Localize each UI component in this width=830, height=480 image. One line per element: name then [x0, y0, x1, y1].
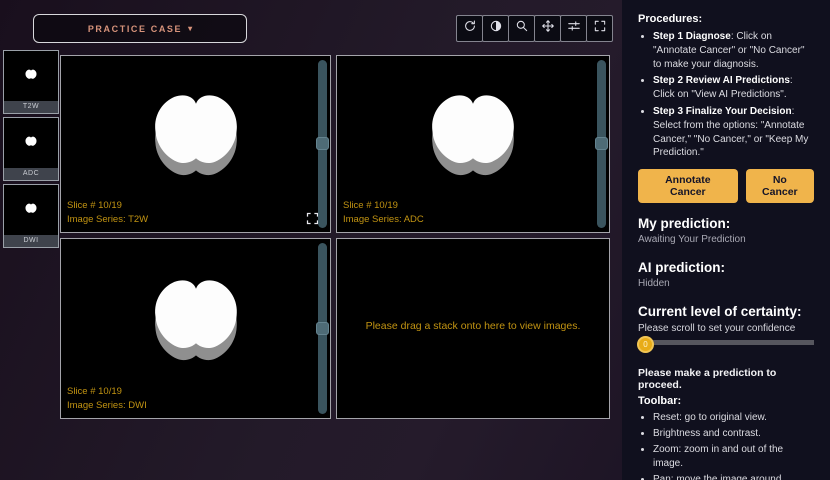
thumbnail-t2w[interactable]: T2W — [3, 50, 59, 114]
slice-number-label: Slice # 10/19 — [343, 200, 398, 212]
my-prediction-title: My prediction: — [638, 216, 731, 232]
thumbnail-label: ADC — [4, 168, 58, 180]
brightness-contrast-icon — [489, 19, 503, 38]
confidence-slider-handle[interactable]: 0 — [637, 336, 654, 354]
proceed-note: Please make a prediction to proceed. — [638, 367, 777, 392]
slice-scrollbar-thumb[interactable] — [595, 137, 608, 151]
no-cancer-button[interactable]: No Cancer — [745, 169, 814, 204]
certainty-section: Current level of certainty: Please scrol… — [637, 304, 814, 354]
zoom-button[interactable] — [508, 15, 535, 42]
viewport-adc[interactable]: Slice # 10/19 Image Series: ADC — [336, 55, 610, 233]
toolbar-help-item: Pan: move the image around. — [653, 473, 814, 480]
thumbnail-brain-image — [24, 135, 38, 153]
toolbar-help-title: Toolbar: — [638, 395, 682, 408]
viewport-overlay-labels: Slice # 10/19 Image Series: T2W — [67, 199, 148, 227]
ai-prediction-value: Hidden — [638, 278, 670, 290]
procedure-step: Step 3 Finalize Your Decision: Select fr… — [653, 105, 814, 160]
pan-icon — [541, 19, 555, 38]
mri-brain-image — [138, 87, 254, 194]
caret-down-icon: ▾ — [188, 24, 193, 33]
thumbnail-brain-image — [24, 68, 38, 86]
toolbar-help-list: Reset: go to original view. Brightness a… — [638, 411, 814, 480]
diagnosis-buttons: Annotate Cancer No Cancer — [638, 169, 814, 204]
confidence-slider[interactable]: 0 — [637, 336, 814, 354]
viewport-empty-droptarget[interactable]: Please drag a stack onto here to view im… — [336, 238, 610, 419]
series-name-label: Image Series: T2W — [67, 214, 149, 226]
slice-scrollbar[interactable] — [595, 60, 608, 228]
practice-case-label: PRACTICE CASE — [87, 23, 183, 34]
brightness-contrast-button[interactable] — [482, 15, 509, 42]
practice-case-dropdown[interactable]: PRACTICE CASE ▾ — [33, 14, 247, 43]
viewport-overlay-labels: Slice # 10/19 Image Series: ADC — [343, 199, 424, 227]
correlate-icon — [567, 19, 581, 38]
certainty-title: Current level of certainty: — [638, 304, 802, 320]
slice-scrollbar-thumb[interactable] — [316, 137, 329, 151]
thumbnail-brain-image — [24, 202, 38, 220]
my-prediction-section: My prediction: Awaiting Your Prediction — [638, 216, 814, 245]
step-bold-label: Step 3 Finalize Your Decision — [653, 105, 792, 117]
certainty-hint: Please scroll to set your confidence — [638, 323, 796, 335]
toolbar-help-item: Zoom: zoom in and out of the image. — [653, 443, 814, 471]
slice-scrollbar[interactable] — [316, 243, 329, 414]
correlate-button[interactable] — [560, 15, 587, 42]
zoom-icon — [515, 19, 529, 38]
viewport-dwi[interactable]: Slice # 10/19 Image Series: DWI — [60, 238, 331, 419]
empty-viewport-message: Please drag a stack onto here to view im… — [365, 319, 581, 332]
viewport-overlay-labels: Slice # 10/19 Image Series: DWI — [67, 385, 147, 413]
annotate-cancer-button[interactable]: Annotate Cancer — [638, 169, 738, 204]
thumbnail-label: DWI — [4, 235, 58, 247]
step-bold-label: Step 2 Review AI Predictions — [653, 75, 790, 87]
mri-brain-image — [415, 87, 531, 194]
slice-scrollbar-thumb[interactable] — [316, 321, 329, 335]
slice-number-label: Slice # 10/19 — [67, 386, 122, 398]
viewer-toolbar — [456, 15, 613, 42]
series-name-label: Image Series: DWI — [67, 400, 147, 412]
slice-scrollbar[interactable] — [316, 60, 329, 228]
thumbnail-label: T2W — [4, 101, 58, 113]
fullscreen-icon — [593, 19, 607, 38]
step-bold-label: Step 1 Diagnose — [653, 31, 731, 42]
reset-view-button[interactable] — [456, 15, 483, 42]
fullscreen-button[interactable] — [586, 15, 613, 42]
toolbar-help-item: Brightness and contrast. — [653, 427, 814, 441]
thumbnail-adc[interactable]: ADC — [3, 117, 59, 181]
procedure-step: Step 2 Review AI Predictions: Click on "… — [653, 74, 814, 102]
ai-prediction-title: AI prediction: — [638, 260, 725, 276]
app-root: PRACTICE CASE ▾ T2W ADC DWI Slice # 10/1… — [0, 0, 830, 480]
pan-button[interactable] — [534, 15, 561, 42]
series-name-label: Image Series: ADC — [343, 214, 424, 226]
procedures-list: Step 1 Diagnose: Click on "Annotate Canc… — [638, 30, 814, 160]
ai-prediction-section: AI prediction: Hidden — [638, 260, 814, 289]
reset-icon — [463, 19, 477, 38]
slice-number-label: Slice # 10/19 — [67, 200, 122, 212]
viewport-t2w[interactable]: Slice # 10/19 Image Series: T2W — [60, 55, 331, 233]
my-prediction-value: Awaiting Your Prediction — [638, 234, 746, 246]
procedures-title: Procedures: — [638, 13, 703, 25]
instructions-panel: Procedures: Step 1 Diagnose: Click on "A… — [622, 0, 830, 480]
thumbnail-dwi[interactable]: DWI — [3, 184, 59, 248]
mri-brain-image — [138, 271, 254, 378]
toolbar-help-item: Reset: go to original view. — [653, 411, 814, 425]
procedure-step: Step 1 Diagnose: Click on "Annotate Canc… — [653, 30, 814, 71]
